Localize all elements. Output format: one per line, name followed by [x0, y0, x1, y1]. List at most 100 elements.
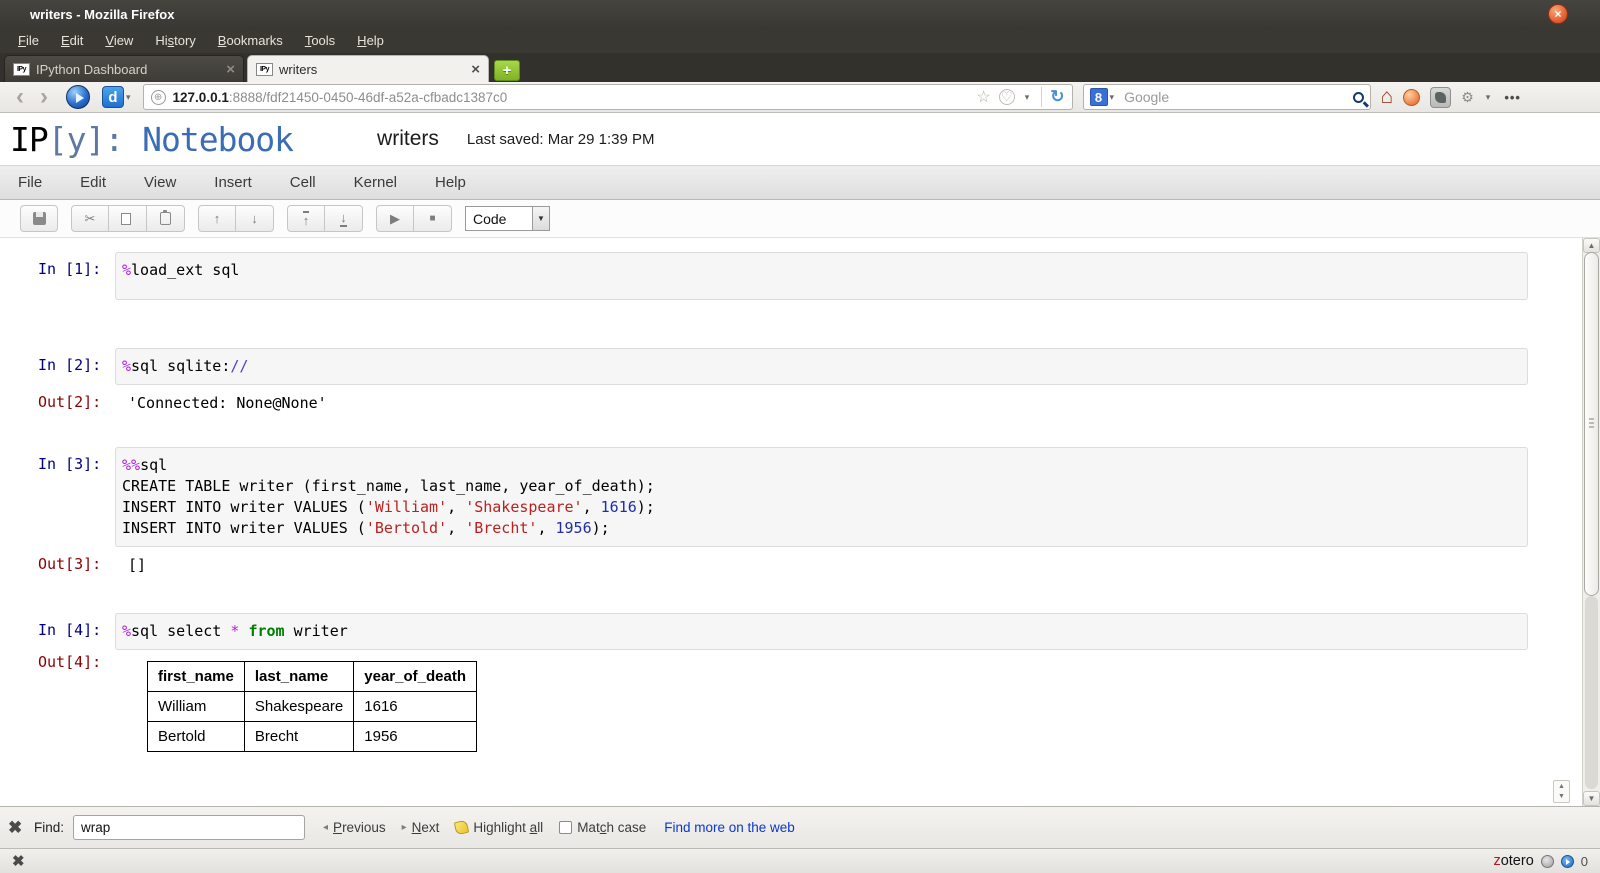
code-editor[interactable]: %sql sqlite:// [115, 348, 1528, 385]
status-count: 0 [1580, 853, 1588, 869]
chevron-down-icon[interactable]: ▾ [126, 92, 131, 103]
addon-misc-icon[interactable]: ⚙ [1461, 89, 1474, 106]
table-cell: Brecht [243, 721, 355, 752]
code-editor[interactable]: %%sql CREATE TABLE writer (first_name, la… [115, 447, 1528, 547]
chevron-down-icon[interactable]: ▾ [1486, 92, 1491, 103]
notebook-title[interactable]: writers [377, 127, 439, 151]
nb-menu-help[interactable]: Help [435, 174, 466, 191]
menu-item-file[interactable]: File [8, 33, 49, 48]
url-path: :8888/fdf21450-0450-46df-a52a-cfbadc1387… [228, 89, 508, 105]
tab-writers[interactable]: IPy writers × [247, 55, 489, 82]
status-gray-icon[interactable] [1540, 854, 1554, 868]
nb-menu-cell[interactable]: Cell [290, 174, 316, 191]
menu-item-help[interactable]: Help [347, 33, 394, 48]
back-icon[interactable]: ‹ [8, 84, 32, 110]
overflow-menu-icon[interactable]: ••• [1504, 90, 1521, 105]
home-icon[interactable]: ⌂ [1381, 86, 1394, 107]
zotero-button[interactable]: zotero [1493, 853, 1533, 869]
window-close-button[interactable]: × [1548, 4, 1568, 24]
nb-menu-edit[interactable]: Edit [80, 174, 106, 191]
tab-ipython-dashboard[interactable]: IPy IPython Dashboard × [4, 55, 244, 82]
downloads-orb-icon[interactable] [66, 85, 90, 109]
insert-cell-above-button[interactable]: ↑ [287, 205, 325, 232]
cell-type-select[interactable]: Code ▼ [465, 206, 550, 231]
find-input[interactable] [73, 815, 306, 840]
highlight-all-button[interactable]: Highlight all [454, 819, 543, 836]
nb-menu-view[interactable]: View [144, 174, 176, 191]
menu-item-bookmarks[interactable]: Bookmarks [208, 33, 293, 48]
window-title: writers - Mozilla Firefox [30, 6, 175, 22]
find-on-web-link[interactable]: Find more on the web [664, 820, 795, 835]
scrollbar-down-icon[interactable]: ▼ [1583, 791, 1600, 806]
status-blue-icon[interactable] [1560, 854, 1574, 868]
inner-scroll-steppers[interactable]: ▲ ▼ [1553, 780, 1570, 803]
addon-bar: ✖ zotero 0 [0, 848, 1600, 873]
save-button[interactable] [20, 205, 58, 232]
menu-item-history[interactable]: History [145, 33, 205, 48]
scrollbar-thumb[interactable] [1584, 252, 1599, 596]
run-cell-button[interactable]: ▶ [376, 205, 414, 232]
output-prompt: Out[3]: [38, 555, 102, 573]
url-bar[interactable]: ⊕ 127.0.0.1:8888/fdf21450-0450-46df-a52a… [142, 84, 1073, 110]
chevron-down-icon[interactable]: ▾ [1110, 92, 1115, 103]
triangle-left-icon: ◂ [323, 822, 329, 833]
cell-type-value: Code [473, 210, 507, 227]
notebook-header: IP[y]: Notebook writers Last saved: Mar … [0, 113, 1600, 165]
nb-menu-kernel[interactable]: Kernel [354, 174, 397, 191]
evernote-icon[interactable] [1430, 86, 1452, 108]
search-placeholder: Google [1124, 89, 1170, 105]
reload-icon[interactable]: ↻ [1041, 87, 1065, 107]
new-tab-button[interactable]: + [494, 60, 520, 81]
find-previous-button[interactable]: ◂ Previous [323, 820, 386, 835]
paste-cell-button[interactable] [147, 205, 185, 232]
search-bar[interactable]: 8 ▾ Google [1082, 84, 1371, 110]
checkbox-icon[interactable] [559, 821, 573, 834]
globe-icon: ⊕ [150, 89, 166, 105]
code-editor[interactable]: %load_ext sql [115, 252, 1528, 300]
bookmark-star-icon[interactable]: ☆ [976, 87, 990, 107]
result-table: first_name last_name year_of_death William S… [147, 661, 477, 752]
chevron-down-icon[interactable]: ▾ [1025, 92, 1030, 103]
move-cell-up-button[interactable]: ↑ [198, 205, 236, 232]
forward-icon[interactable]: › [32, 84, 56, 110]
addon-orange-icon[interactable] [1403, 88, 1421, 106]
match-case-checkbox[interactable]: Match case [559, 820, 646, 835]
code-cell-row: In [3]: %%sql CREATE TABLE writer (first_n… [38, 447, 1528, 547]
addon-bar-close-icon[interactable]: ✖ [12, 852, 25, 870]
code-line: %sql sqlite:// [122, 357, 249, 375]
tab-close-icon[interactable]: × [226, 61, 235, 78]
scrollbar-up-icon[interactable]: ▲ [1583, 238, 1600, 253]
table-header-cell: year_of_death [353, 661, 477, 692]
shield-icon[interactable]: ♡ [998, 89, 1015, 105]
delicious-icon[interactable]: d [102, 86, 124, 108]
ipython-favicon: IPy [256, 62, 273, 76]
menu-item-view[interactable]: View [95, 33, 143, 48]
notebook-area: In [1]: %load_ext sql In [2]: %sql sqlite:/… [0, 238, 1600, 806]
table-cell: 1956 [353, 721, 477, 752]
search-icon[interactable] [1352, 91, 1364, 103]
ipython-logo[interactable]: IP[y]: Notebook [10, 120, 294, 159]
interrupt-kernel-button[interactable]: ■ [414, 205, 452, 232]
table-cell: Bertold [147, 721, 245, 752]
insert-cell-below-button[interactable]: ↓ [325, 205, 363, 232]
code-editor[interactable]: %sql select * from writer [115, 613, 1528, 650]
menu-item-tools[interactable]: Tools [295, 33, 345, 48]
copy-cell-button[interactable] [109, 205, 147, 232]
page-scrollbar[interactable]: ▲ ▼ [1582, 238, 1600, 806]
output-cell-row: Out[4]: first_name last_name year_of_death W… [38, 653, 1528, 752]
menu-item-edit[interactable]: Edit [51, 33, 93, 48]
select-arrow-icon[interactable]: ▼ [532, 207, 549, 230]
find-next-button[interactable]: ▸ Next [402, 820, 440, 835]
nb-menu-file[interactable]: File [18, 174, 42, 191]
google-logo-icon[interactable]: 8 [1089, 88, 1108, 106]
tab-close-icon[interactable]: × [471, 61, 480, 78]
navigation-toolbar: ‹ › d ▾ ⊕ 127.0.0.1:8888/fdf21450-0450-4… [0, 82, 1600, 113]
move-cell-down-button[interactable]: ↓ [236, 205, 274, 232]
input-prompt: In [2]: [38, 356, 102, 374]
cut-cell-button[interactable]: ✂ [71, 205, 109, 232]
nb-menu-insert[interactable]: Insert [214, 174, 252, 191]
url-host: 127.0.0.1 [172, 89, 229, 105]
table-cell: 1616 [353, 691, 477, 722]
find-close-icon[interactable]: ✖ [8, 818, 34, 838]
table-header-cell: first_name [147, 661, 245, 692]
